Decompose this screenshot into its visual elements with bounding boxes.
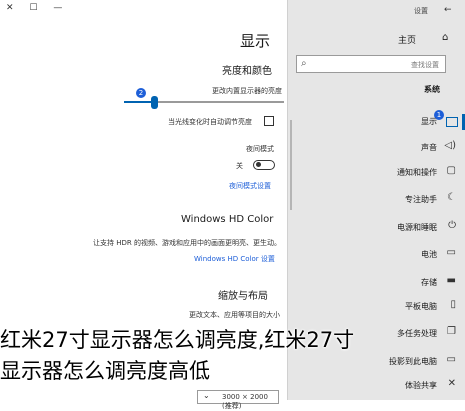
sidebar-item-2[interactable]: 通知和操作 ▢ <box>288 165 465 181</box>
sidebar-item-6[interactable]: 存储 ▬ <box>288 275 465 291</box>
sidebar-item-label: 声音 <box>421 143 437 152</box>
battery-icon: ▭ <box>446 247 456 258</box>
auto-brightness-label: 当光线变化时自动调节亮度 <box>168 118 252 126</box>
scale-dropdown[interactable]: ⌄ 3000 × 2000 (推荐) <box>197 390 279 410</box>
storage-icon: ▬ <box>446 275 456 286</box>
night-light-label: 夜间模式 <box>246 145 274 153</box>
night-light-toggle[interactable] <box>253 160 275 170</box>
auto-brightness-checkbox[interactable] <box>264 116 274 126</box>
sidebar-item-label: 通知和操作 <box>397 168 437 177</box>
search-placeholder: 查找设置 <box>411 61 439 69</box>
hd-color-heading: Windows HD Color <box>181 214 274 225</box>
brightness-slider-fill <box>124 101 155 103</box>
nav-group-heading: 系统 <box>424 85 440 94</box>
sidebar-item-1[interactable]: 声音 ◁) <box>288 140 465 156</box>
home-nav-item[interactable]: 主页 ⌂ <box>398 32 448 46</box>
page-title: 显示 <box>240 32 271 50</box>
brightness-heading: 亮度和颜色 <box>222 66 272 77</box>
sidebar-item-0[interactable]: 显示 ▭ <box>288 114 465 130</box>
hd-color-description: 让支持 HDR 的视频、游戏和应用中的画面更明亮、更生动。 <box>93 239 281 247</box>
power-icon: ⏻ <box>448 220 456 231</box>
hd-color-settings-link[interactable]: Windows HD Color 设置 <box>194 254 275 264</box>
home-label: 主页 <box>398 36 417 46</box>
overlay-caption: 红米27寸显示器怎么调亮度,红米27寸 显示器怎么调亮度高低 <box>0 325 465 387</box>
sidebar-item-7[interactable]: 平板电脑 ▯ <box>288 299 465 315</box>
monitor-icon: ▭ <box>446 117 458 127</box>
sidebar-item-4[interactable]: 电源和睡眠 ⏻ <box>288 220 465 236</box>
brightness-slider-thumb[interactable] <box>151 96 159 109</box>
maximize-window-button[interactable]: ☐ <box>29 3 37 13</box>
settings-search-input[interactable]: ⌕ 查找设置 <box>296 55 446 73</box>
speaker-icon: ◁) <box>444 140 456 151</box>
scale-dropdown-value: 3000 × 2000 (推荐) <box>222 393 268 410</box>
caption-line-1: 红米27寸显示器怎么调亮度,红米27寸 <box>0 328 355 352</box>
sidebar-item-label: 专注助手 <box>405 195 437 204</box>
search-icon: ⌕ <box>301 58 307 69</box>
sidebar-item-5[interactable]: 电池 ▭ <box>288 247 465 263</box>
night-light-state: 关 <box>236 162 243 170</box>
chevron-down-icon: ⌄ <box>203 391 210 400</box>
sidebar-item-label: 平板电脑 <box>405 302 437 311</box>
close-window-button[interactable]: ✕ <box>6 3 14 13</box>
back-arrow-icon[interactable]: ← <box>444 5 452 15</box>
tablet-icon: ▯ <box>450 299 456 310</box>
sidebar-item-label: 显示 <box>421 117 437 126</box>
scale-description: 更改文本、应用等项目的大小 <box>189 311 280 319</box>
minimize-window-button[interactable]: — <box>53 3 62 13</box>
step-badge-2: 2 <box>136 88 146 98</box>
notification-icon: ▢ <box>446 165 456 176</box>
moon-icon: ☾ <box>447 192 456 203</box>
sidebar-item-label: 存储 <box>421 278 437 287</box>
sidebar-item-3[interactable]: 专注助手 ☾ <box>288 192 465 208</box>
window-controls: ✕ ☐ — <box>6 3 75 13</box>
sidebar-item-label: 电池 <box>421 250 437 259</box>
scale-heading: 缩放与布局 <box>218 291 268 302</box>
home-icon: ⌂ <box>442 32 449 43</box>
sidebar-item-label: 电源和睡眠 <box>397 223 437 232</box>
brightness-slider-label: 更改内置显示器的亮度 <box>212 87 282 95</box>
window-title: 设置 <box>414 7 428 15</box>
night-light-settings-link[interactable]: 夜间模式设置 <box>229 181 271 191</box>
caption-line-2: 显示器怎么调亮度高低 <box>0 359 210 383</box>
